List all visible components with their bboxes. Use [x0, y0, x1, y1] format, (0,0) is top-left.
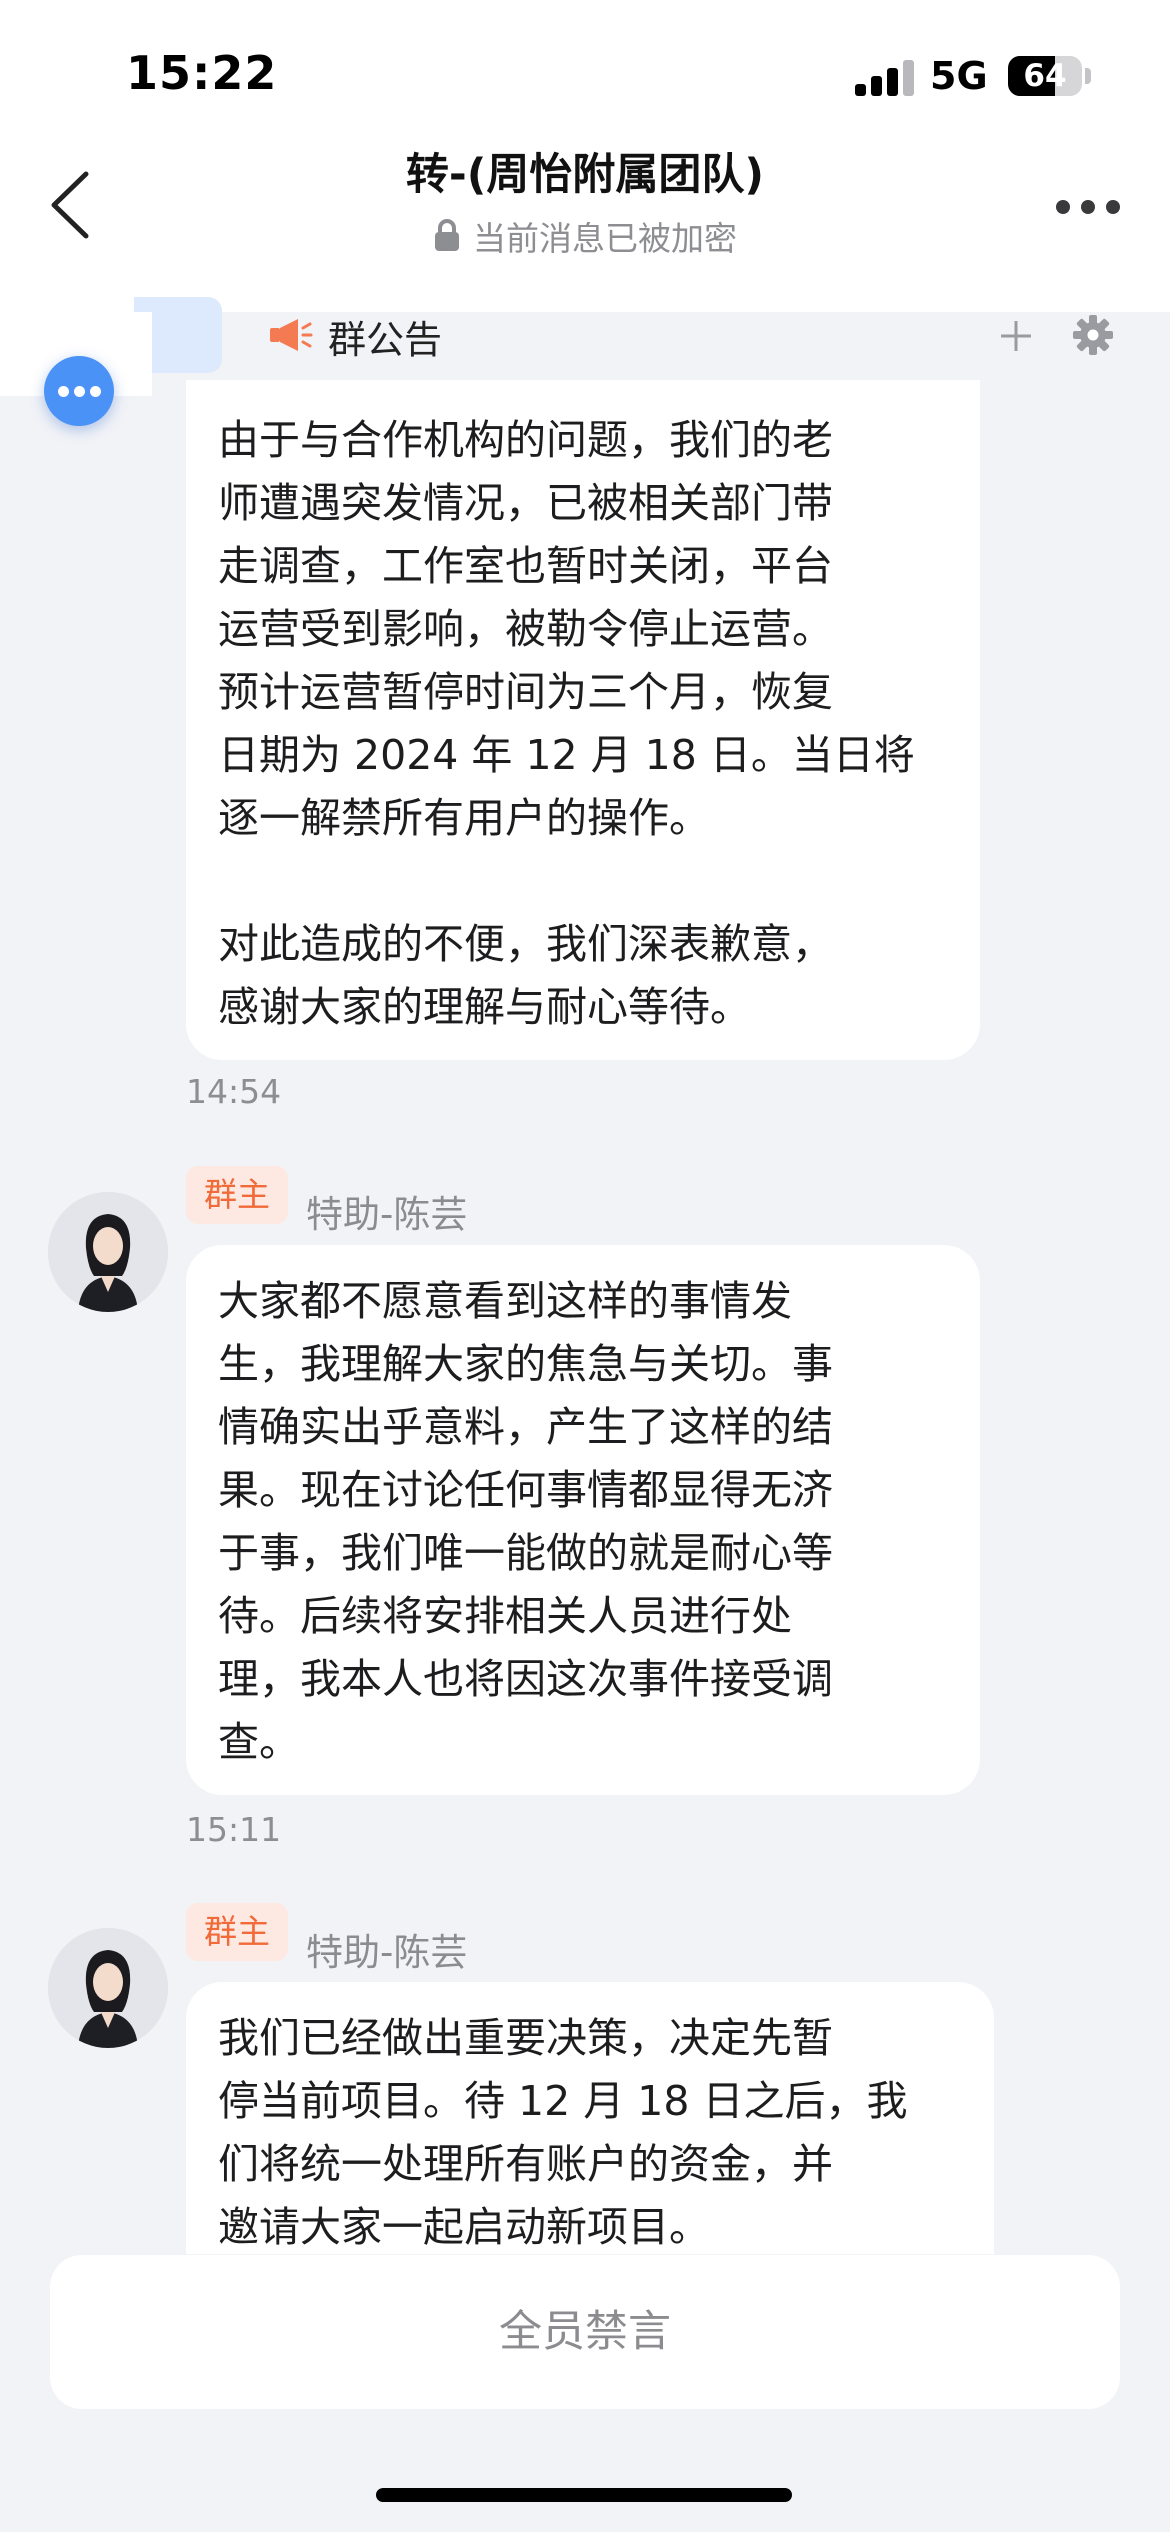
message-line: 理，我本人也将因这次事件接受调	[218, 1655, 833, 1703]
message-line: 邀请大家一起启动新项目。	[218, 2203, 710, 2251]
megaphone-icon	[270, 319, 313, 351]
message-line: 师遭遇突发情况，已被相关部门带	[218, 479, 833, 527]
avatar[interactable]	[48, 1928, 168, 2048]
signal-icon	[855, 60, 915, 96]
battery-cap	[1085, 68, 1091, 84]
encryption-notice-text: 当前消息已被加密	[473, 219, 737, 258]
message-bubble: 大家都不愿意看到这样的事情发 生，我理解大家的焦急与关切。事 情确实出乎意料，产…	[186, 1245, 980, 1795]
message-line: 待。后续将安排相关人员进行处	[218, 1592, 792, 1640]
message-line: 果。现在讨论任何事情都显得无济	[218, 1466, 833, 1514]
message-text: 由于与合作机构的问题，我们的老 师遭遇突发情况，已被相关部门带 走调查，工作室也…	[218, 409, 948, 1039]
plus-icon[interactable]	[998, 318, 1034, 354]
message-line: 日期为 2024 年 12 月 18 日。当日将	[218, 731, 915, 779]
battery-level: 64	[1023, 58, 1067, 94]
sender-name[interactable]: 特助-陈芸	[306, 1184, 467, 1238]
message-text: 大家都不愿意看到这样的事情发 生，我理解大家的焦急与关切。事 情确实出乎意料，产…	[218, 1270, 948, 1774]
tab-group-notice[interactable]: 群公告	[268, 306, 442, 366]
message-line: 我们已经做出重要决策，决定先暂	[218, 2014, 833, 2062]
owner-badge: 群主	[186, 1903, 288, 1961]
sender-name[interactable]: 特助-陈芸	[306, 1922, 467, 1976]
lock-icon	[433, 218, 461, 260]
message-line: 们将统一处理所有账户的资金，并	[218, 2140, 833, 2188]
message-line: 运营受到影响，被勒令停止运营。	[218, 605, 833, 653]
chat-title: 转-(周怡附属团队)	[405, 150, 765, 200]
encryption-notice: 当前消息已被加密	[0, 212, 1170, 260]
message-bubble: 由于与合作机构的问题，我们的老 师遭遇突发情况，已被相关部门带 走调查，工作室也…	[186, 380, 980, 1060]
owner-badge: 群主	[186, 1166, 288, 1224]
message-line: 于事，我们唯一能做的就是耐心等	[218, 1529, 833, 1577]
message-bubble: 我们已经做出重要决策，决定先暂 停当前项目。待 12 月 18 日之后，我 们将…	[186, 1982, 994, 2254]
message-line: 感谢大家的理解与耐心等待。	[218, 983, 751, 1031]
gear-icon[interactable]	[1072, 314, 1114, 356]
status-time: 15:22	[126, 46, 278, 100]
mute-all-bar: 全员禁言	[50, 2255, 1120, 2409]
message-line: 停当前项目。待 12 月 18 日之后，我	[218, 2077, 908, 2125]
message-line: 查。	[218, 1718, 300, 1766]
message-line: 大家都不愿意看到这样的事情发	[218, 1277, 792, 1325]
message-line: 生，我理解大家的焦急与关切。事	[218, 1340, 833, 1388]
message-line: 情确实出乎意料，产生了这样的结	[218, 1403, 833, 1451]
avatar[interactable]	[48, 1192, 168, 1312]
tab-group-notice-label: 群公告	[328, 317, 443, 362]
more-horizontal-icon[interactable]	[1056, 200, 1120, 214]
message-line: 走调查，工作室也暂时关闭，平台	[218, 542, 833, 590]
message-line: 预计运营暂停时间为三个月，恢复	[218, 668, 833, 716]
network-label: 5G	[930, 54, 988, 98]
message-line: 逐一解禁所有用户的操作。	[218, 794, 710, 842]
battery-icon: 64	[1008, 56, 1082, 96]
message-timestamp: 14:54	[186, 1072, 282, 1111]
message-timestamp: 15:11	[186, 1810, 282, 1849]
message-text: 我们已经做出重要决策，决定先暂 停当前项目。待 12 月 18 日之后，我 们将…	[218, 2007, 962, 2254]
chat-dots-icon[interactable]	[44, 356, 114, 426]
message-line: 由于与合作机构的问题，我们的老	[218, 416, 833, 464]
message-line: 对此造成的不便，我们深表歉意，	[218, 920, 833, 968]
home-indicator[interactable]	[376, 2488, 792, 2502]
